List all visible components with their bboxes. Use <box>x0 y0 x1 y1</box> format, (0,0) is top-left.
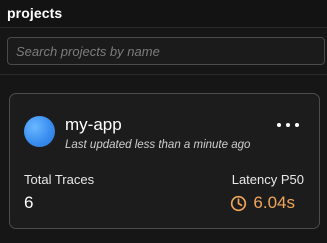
search-bar <box>0 28 327 75</box>
last-updated-text: Last updated less than a minute ago <box>65 139 251 151</box>
clock-icon <box>231 195 247 211</box>
latency-p50: 6.04s <box>230 193 295 213</box>
search-input[interactable] <box>7 37 325 65</box>
page-header: projects <box>0 0 327 28</box>
project-name[interactable]: my-app <box>65 115 122 135</box>
latency-p50-value: 6.04s <box>253 193 295 212</box>
latency-p50-label: Latency P50 <box>231 172 304 187</box>
page-title: projects <box>7 5 63 21</box>
project-avatar <box>24 116 55 147</box>
total-traces-value: 6 <box>24 193 34 212</box>
more-options-icon[interactable] <box>277 118 299 132</box>
project-card[interactable]: my-app Last updated less than a minute a… <box>9 93 320 229</box>
total-traces-label: Total Traces <box>24 172 95 187</box>
